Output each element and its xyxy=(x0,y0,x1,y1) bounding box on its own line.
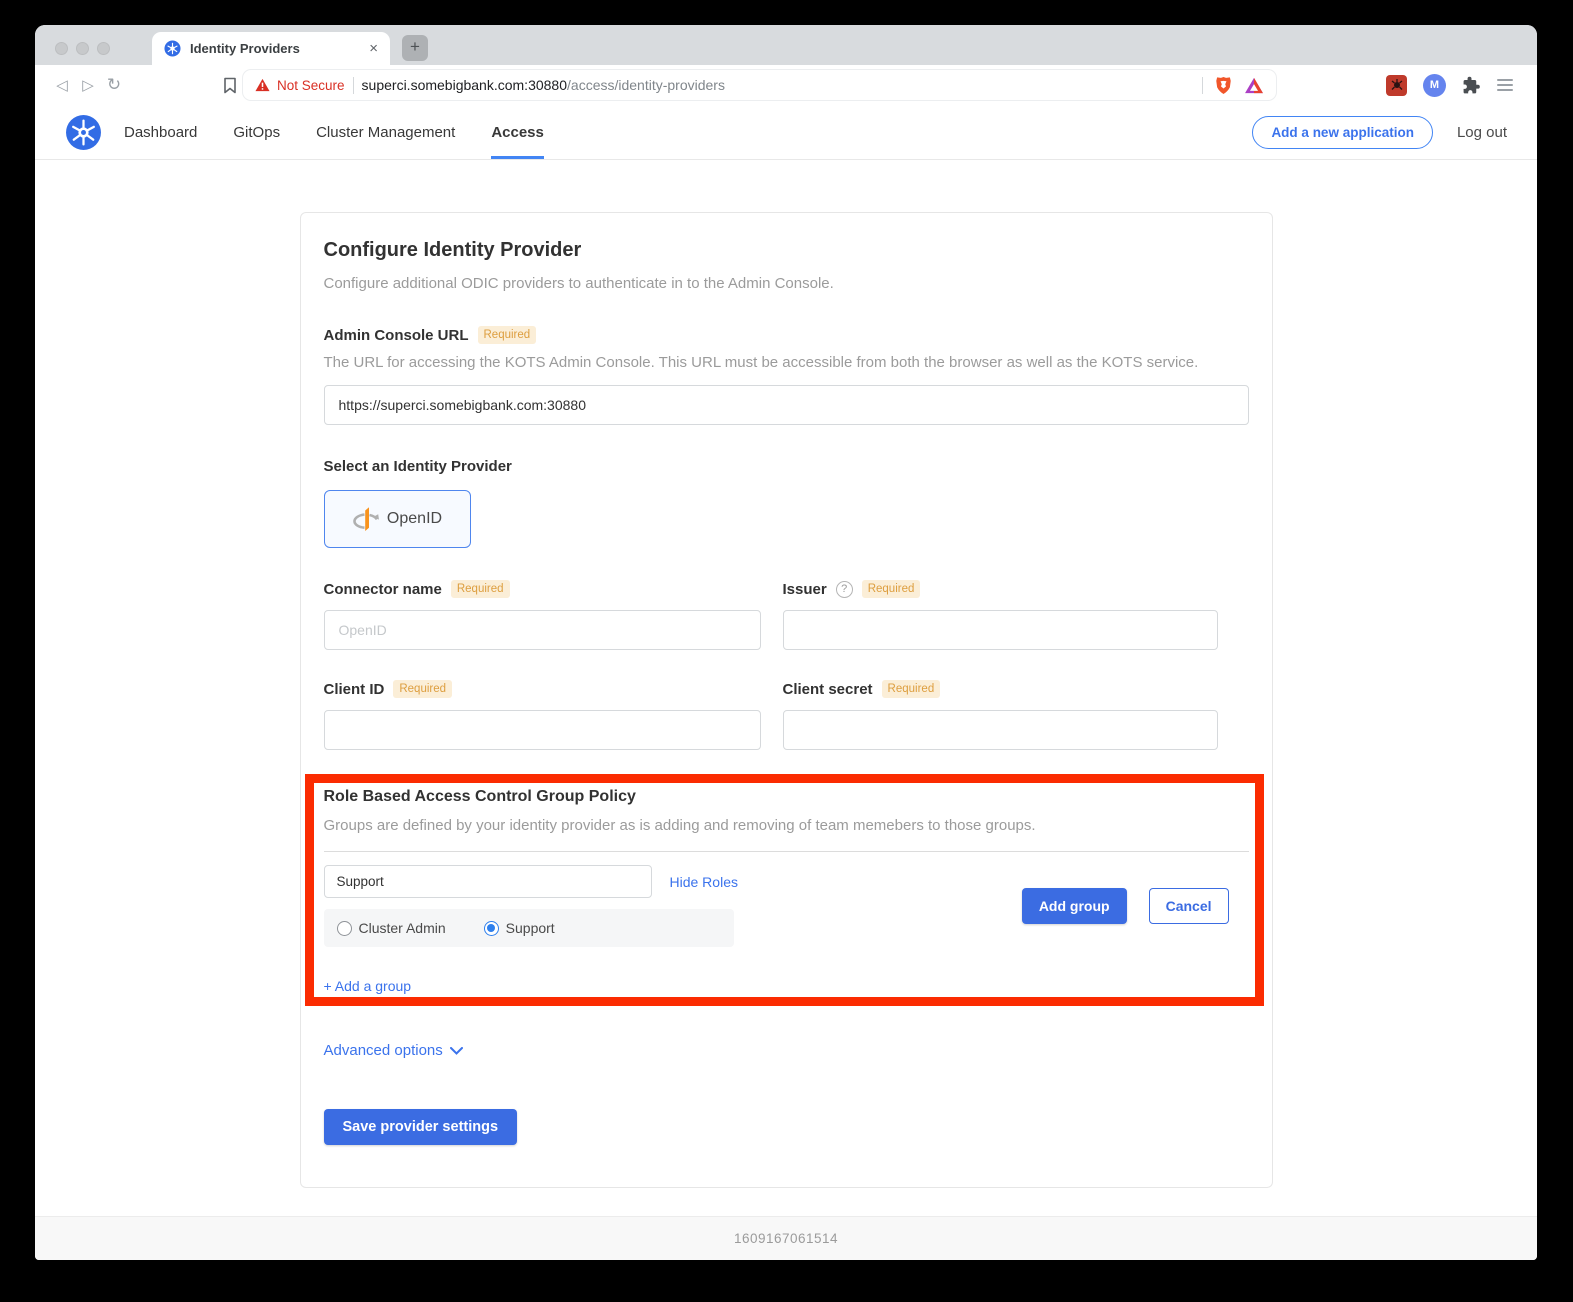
connector-name-input[interactable] xyxy=(324,610,761,650)
not-secure-warning[interactable]: Not Secure xyxy=(255,78,345,93)
kubernetes-logo xyxy=(65,114,102,151)
admin-console-url-input[interactable] xyxy=(324,385,1249,425)
advanced-options-row: Advanced options xyxy=(324,1042,1249,1059)
required-badge: Required xyxy=(478,326,537,344)
extensions-puzzle-icon[interactable] xyxy=(1462,76,1481,95)
browser-toolbar: ◁ ▷ ↻ Not Secure superci.somebigbank.com… xyxy=(35,65,1537,105)
app-header: Dashboard GitOps Cluster Management Acce… xyxy=(35,105,1537,160)
admin-console-url-help: The URL for accessing the KOTS Admin Con… xyxy=(324,354,1249,371)
separator xyxy=(1202,77,1203,94)
close-window-button[interactable] xyxy=(55,42,68,55)
issuer-label: Issuer xyxy=(783,581,827,598)
connector-name-label: Connector name xyxy=(324,581,442,598)
radio-cluster-admin[interactable]: Cluster Admin xyxy=(337,920,446,936)
kubernetes-favicon xyxy=(164,40,181,57)
openid-provider-button[interactable]: OpenID xyxy=(324,490,471,548)
extension-icon[interactable] xyxy=(1386,75,1407,96)
admin-console-url-label: Admin Console URL xyxy=(324,327,469,344)
add-group-button[interactable]: Add group xyxy=(1022,888,1127,924)
identity-provider-card: Configure Identity Provider Configure ad… xyxy=(300,212,1273,1188)
radio-support[interactable]: Support xyxy=(484,920,555,936)
rbac-subtitle: Groups are defined by your identity prov… xyxy=(324,817,1249,834)
main-nav: Dashboard GitOps Cluster Management Acce… xyxy=(124,105,544,159)
divider xyxy=(324,851,1249,852)
zoom-window-button[interactable] xyxy=(97,42,110,55)
client-id-input[interactable] xyxy=(324,710,761,750)
separator xyxy=(353,77,354,94)
page-subtitle: Configure additional ODIC providers to a… xyxy=(324,275,1249,292)
chevron-down-icon[interactable] xyxy=(450,1047,463,1055)
openid-label: OpenID xyxy=(387,510,442,528)
new-tab-button[interactable]: + xyxy=(402,35,428,61)
bat-icon[interactable] xyxy=(1244,77,1264,94)
nav-item-dashboard[interactable]: Dashboard xyxy=(124,105,197,159)
nav-item-gitops[interactable]: GitOps xyxy=(233,105,280,159)
nav-item-cluster-management[interactable]: Cluster Management xyxy=(316,105,455,159)
roles-radio-group: Cluster Admin Support xyxy=(324,909,734,947)
reload-button[interactable]: ↻ xyxy=(101,75,127,95)
bookmark-icon[interactable] xyxy=(223,77,237,94)
issuer-input[interactable] xyxy=(783,610,1218,650)
app-footer: 1609167061514 xyxy=(35,1216,1537,1260)
radio-label: Cluster Admin xyxy=(359,920,446,936)
forward-button[interactable]: ▷ xyxy=(75,76,101,94)
client-id-label: Client ID xyxy=(324,681,385,698)
tab-strip: Identity Providers × + xyxy=(35,25,1537,65)
add-new-application-button[interactable]: Add a new application xyxy=(1252,116,1433,149)
save-provider-settings-button[interactable]: Save provider settings xyxy=(324,1109,518,1145)
not-secure-label: Not Secure xyxy=(277,78,345,93)
nav-item-access[interactable]: Access xyxy=(491,105,544,159)
url-host: superci.somebigbank.com:30880 xyxy=(362,77,567,93)
brave-shield-icon[interactable] xyxy=(1215,76,1232,95)
radio-label: Support xyxy=(506,920,555,936)
rbac-section: Role Based Access Control Group Policy G… xyxy=(324,788,1249,996)
warning-triangle-icon xyxy=(255,78,270,92)
traffic-lights xyxy=(35,42,124,65)
rbac-title: Role Based Access Control Group Policy xyxy=(324,788,1249,806)
minimize-window-button[interactable] xyxy=(76,42,89,55)
select-provider-label: Select an Identity Provider xyxy=(324,458,1249,475)
group-editor-row: Hide Roles Cluster Admin Support xyxy=(324,865,1249,947)
radio-circle-icon xyxy=(484,921,499,936)
openid-logo-icon xyxy=(352,506,380,532)
required-badge: Required xyxy=(393,680,452,698)
cancel-button[interactable]: Cancel xyxy=(1149,888,1229,924)
browser-menu-icon[interactable] xyxy=(1497,79,1513,91)
client-secret-label: Client secret xyxy=(783,681,873,698)
toolbar-extensions: M xyxy=(1386,74,1523,97)
address-bar[interactable]: Not Secure superci.somebigbank.com:30880… xyxy=(243,70,1276,100)
profile-avatar[interactable]: M xyxy=(1423,74,1446,97)
radio-circle-icon xyxy=(337,921,352,936)
tab-title: Identity Providers xyxy=(190,41,360,56)
hide-roles-link[interactable]: Hide Roles xyxy=(670,874,738,890)
required-badge: Required xyxy=(862,580,921,598)
advanced-options-link[interactable]: Advanced options xyxy=(324,1042,443,1059)
group-name-input[interactable] xyxy=(324,865,652,898)
client-secret-input[interactable] xyxy=(783,710,1218,750)
back-button[interactable]: ◁ xyxy=(49,76,75,94)
required-badge: Required xyxy=(451,580,510,598)
add-a-group-link[interactable]: + Add a group xyxy=(324,978,412,994)
page-content: Configure Identity Provider Configure ad… xyxy=(35,160,1537,1216)
url-path: /access/identity-providers xyxy=(567,77,725,93)
issuer-help-icon[interactable]: ? xyxy=(836,581,853,598)
browser-window: Identity Providers × + ◁ ▷ ↻ Not Secure … xyxy=(35,25,1537,1260)
url-text: superci.somebigbank.com:30880/access/ide… xyxy=(362,77,1194,93)
footer-timestamp: 1609167061514 xyxy=(734,1231,838,1246)
browser-tab[interactable]: Identity Providers × xyxy=(152,32,390,65)
logout-link[interactable]: Log out xyxy=(1457,124,1507,141)
required-badge: Required xyxy=(882,680,941,698)
close-tab-icon[interactable]: × xyxy=(369,40,378,57)
page-title: Configure Identity Provider xyxy=(324,239,1249,262)
